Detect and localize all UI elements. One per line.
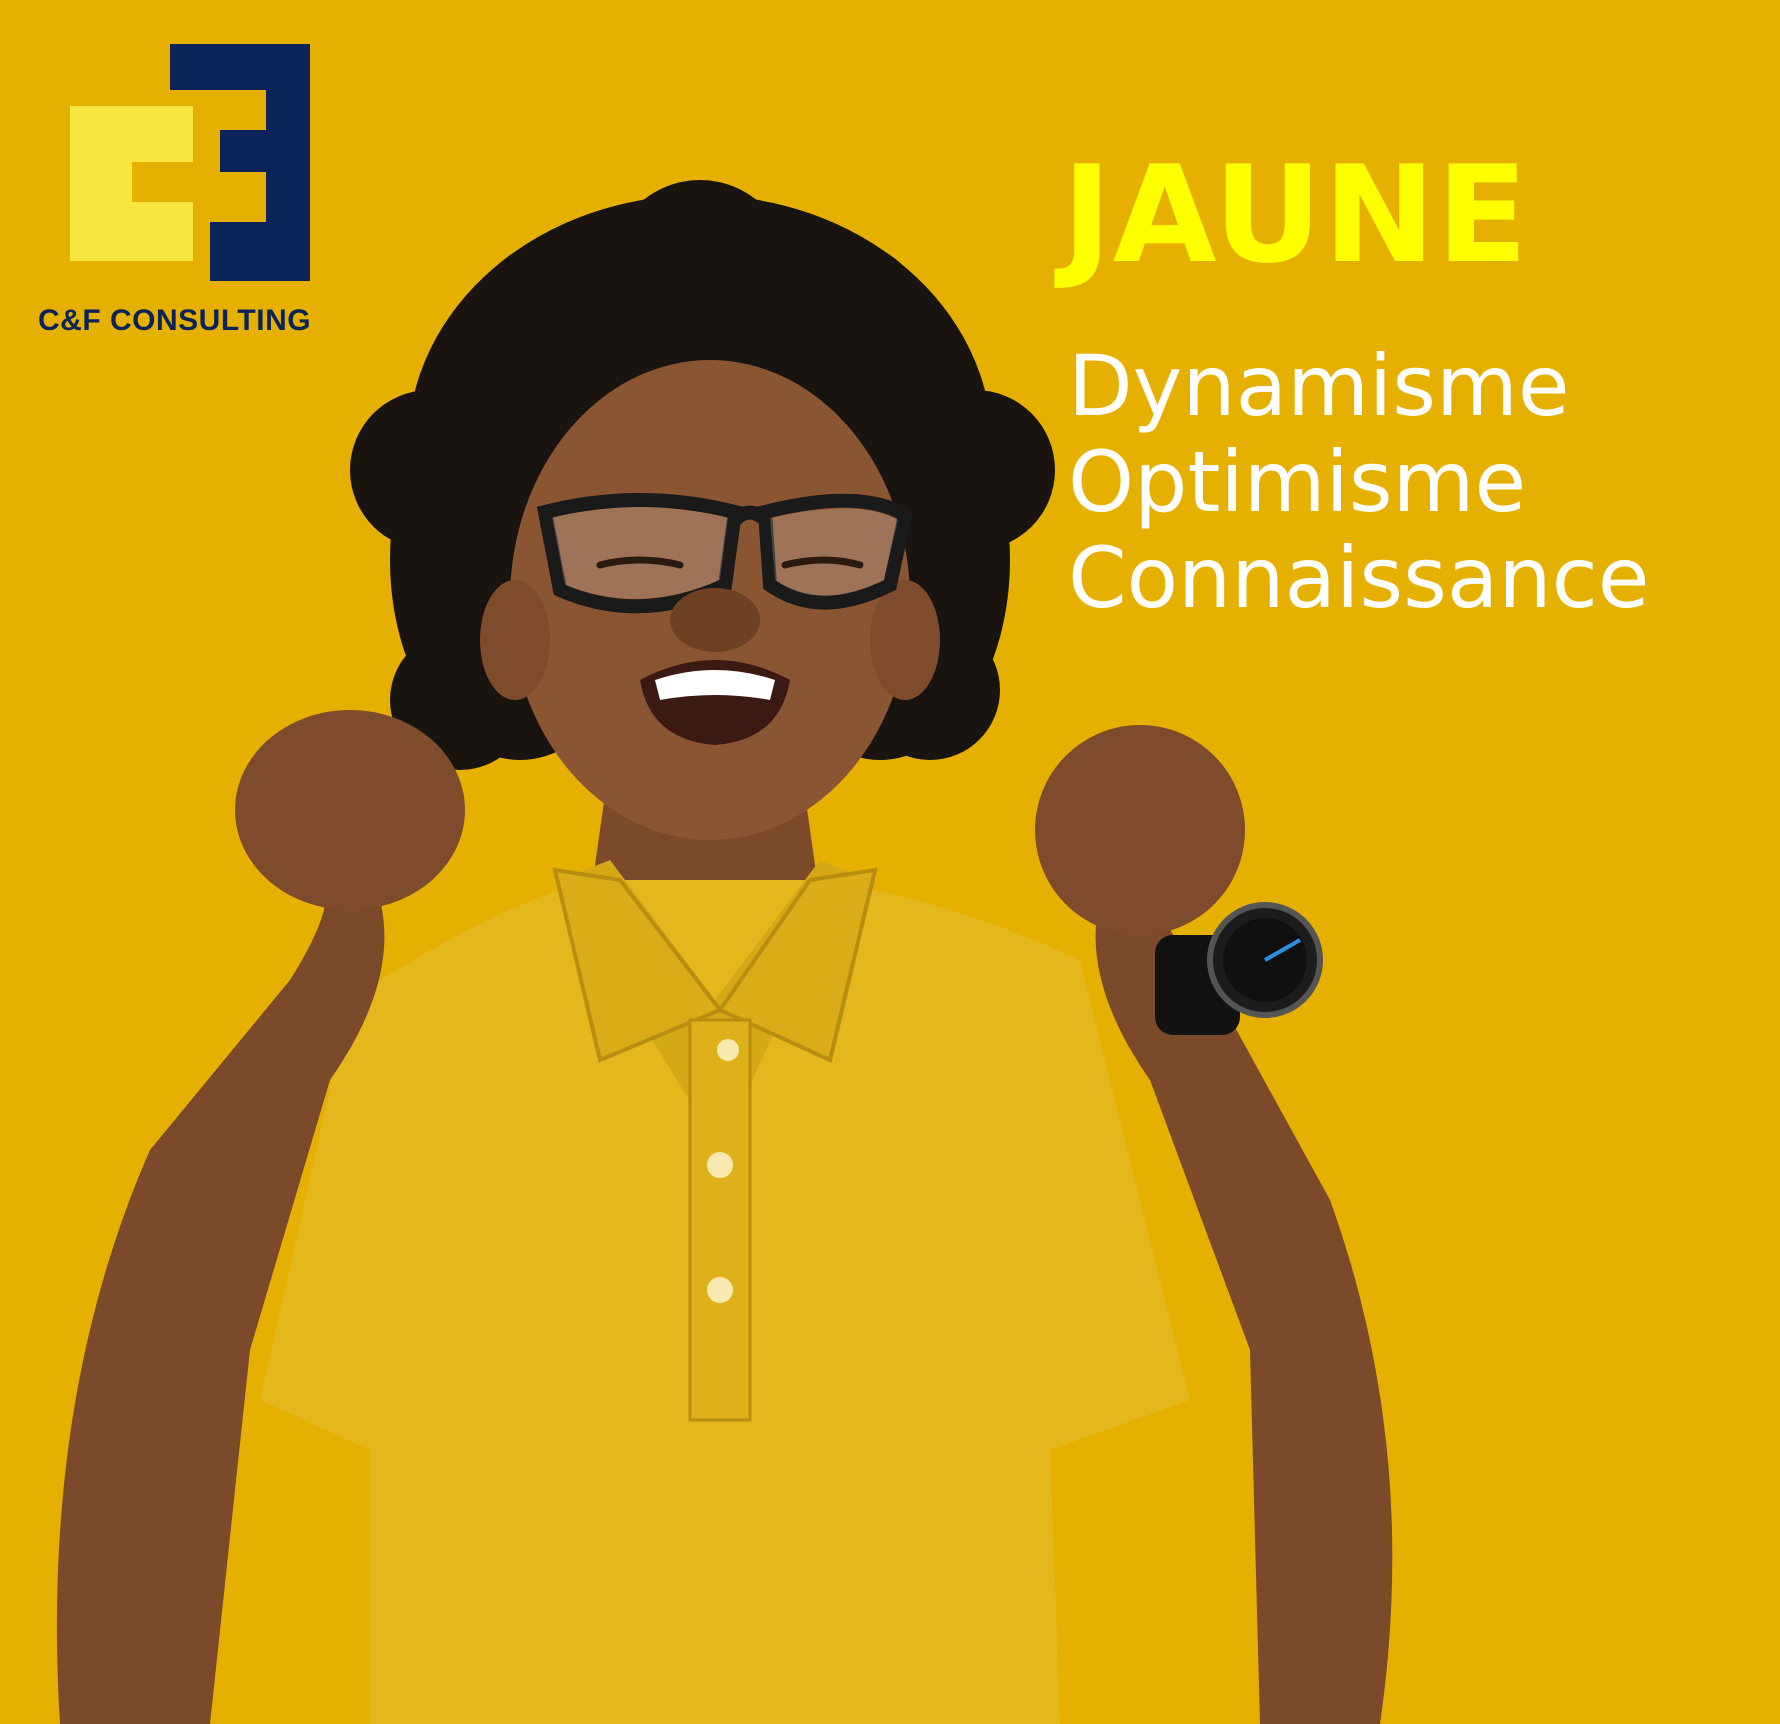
traits-list: Dynamisme Optimisme Connaissance (1068, 338, 1649, 626)
trait-item: Optimisme (1068, 433, 1527, 531)
brand-name: C&F CONSULTING (38, 304, 312, 337)
poster: C&F CONSULTING JAUNE Dynamisme Optimisme… (0, 0, 1780, 1724)
trait-item: Connaissance (1068, 529, 1650, 627)
color-title: JAUNE (1062, 137, 1529, 293)
cf-logo-icon (70, 44, 310, 281)
trait-item: Dynamisme (1068, 337, 1570, 435)
